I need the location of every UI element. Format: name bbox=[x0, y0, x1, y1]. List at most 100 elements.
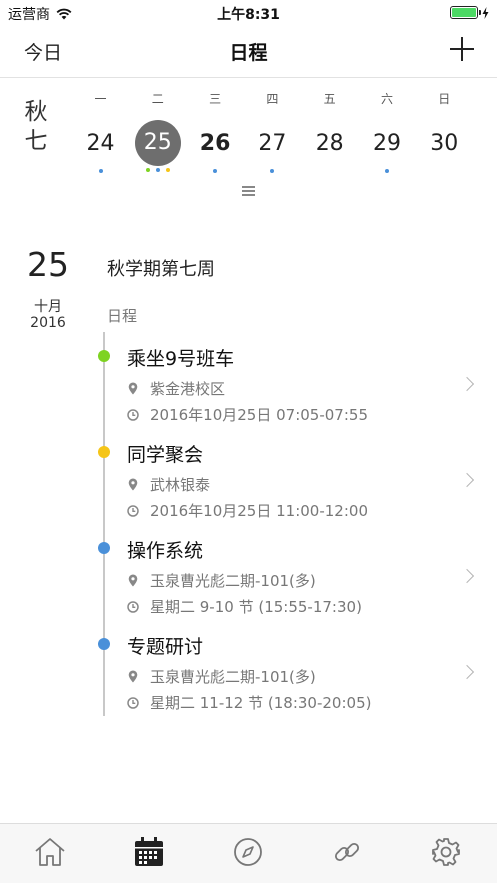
day-cell-28[interactable]: 五 28 bbox=[301, 90, 358, 180]
event-time-row: 星期二 11-12 节 (18:30-20:05) bbox=[127, 692, 371, 713]
event-location-row: 紫金港校区 bbox=[127, 378, 225, 399]
tab-bar bbox=[0, 823, 497, 883]
compass-icon bbox=[233, 837, 263, 871]
semester-week-title: 秋学期第七周 bbox=[107, 259, 215, 280]
link-icon bbox=[332, 837, 362, 871]
event-location-row: 武林银泰 bbox=[127, 474, 210, 495]
calendar-icon bbox=[133, 837, 165, 871]
day-cell-25[interactable]: 二 25 bbox=[129, 90, 186, 180]
event-dot bbox=[270, 169, 275, 173]
selected-month: 十月 bbox=[34, 299, 62, 315]
event-location: 武林银泰 bbox=[150, 476, 211, 494]
location-pin-icon bbox=[127, 478, 139, 491]
selected-year: 2016 bbox=[30, 315, 66, 331]
event-time: 2016年10月25日 11:00-12:00 bbox=[150, 502, 368, 520]
clock-icon bbox=[127, 504, 139, 517]
event-color-dot bbox=[98, 350, 110, 362]
day-number: 24 bbox=[86, 131, 115, 156]
day-number: 26 bbox=[199, 131, 231, 156]
clock-icon bbox=[127, 600, 139, 613]
day-number: 30 bbox=[430, 131, 459, 156]
chevron-right-icon bbox=[459, 664, 475, 680]
day-cell-29[interactable]: 六 29 bbox=[359, 90, 416, 180]
clock-icon bbox=[127, 696, 139, 709]
chevron-right-icon bbox=[459, 472, 475, 488]
event-dots bbox=[129, 168, 186, 174]
tab-calendar[interactable] bbox=[131, 837, 167, 871]
status-time: 上午8:31 bbox=[217, 7, 280, 23]
chevron-right-icon bbox=[459, 376, 475, 392]
chevron-right-icon bbox=[459, 568, 475, 584]
event-dots bbox=[244, 169, 301, 175]
event-dot bbox=[165, 168, 170, 172]
event-title: 乘坐9号班车 bbox=[127, 348, 235, 370]
weekday-label: 三 bbox=[209, 92, 222, 106]
weekday-label: 日 bbox=[438, 92, 451, 106]
event-title: 专题研讨 bbox=[127, 636, 204, 658]
event-dot bbox=[385, 169, 389, 173]
event-dots bbox=[72, 169, 129, 175]
event-dots bbox=[301, 169, 358, 175]
event-time: 星期二 9-10 节 (15:55-17:30) bbox=[150, 598, 362, 616]
event-dots bbox=[187, 169, 244, 175]
schedule-event[interactable]: 同学聚会武林银泰 2016年10月25日 11:00-12:00 bbox=[96, 430, 486, 526]
clock-icon bbox=[127, 408, 139, 421]
weekday-label: 二 bbox=[151, 92, 164, 106]
settings-icon bbox=[431, 837, 461, 871]
event-dot bbox=[145, 168, 150, 172]
day-number: 29 bbox=[373, 131, 401, 156]
day-number: 28 bbox=[315, 131, 344, 156]
schedule-event[interactable]: 乘坐9号班车紫金港校区 2016年10月25日 07:05-07:55 bbox=[96, 334, 486, 430]
event-time: 星期二 11-12 节 (18:30-20:05) bbox=[150, 694, 372, 712]
page-title: 日程 bbox=[229, 42, 268, 64]
schedule-section-label: 日程 bbox=[107, 307, 138, 325]
event-color-dot bbox=[98, 542, 110, 554]
day-number: 27 bbox=[258, 131, 287, 156]
event-location: 玉泉曹光彪二期-101(多) bbox=[150, 668, 316, 686]
event-time: 2016年10月25日 07:05-07:55 bbox=[150, 406, 368, 424]
schedule-event[interactable]: 专题研讨玉泉曹光彪二期-101(多) 星期二 11-12 节 (18:30-20:… bbox=[96, 622, 486, 718]
event-dot bbox=[98, 169, 103, 173]
location-pin-icon bbox=[127, 670, 139, 683]
home-icon bbox=[33, 837, 67, 871]
location-pin-icon bbox=[127, 574, 139, 587]
event-color-dot bbox=[98, 638, 110, 650]
event-location-row: 玉泉曹光彪二期-101(多) bbox=[127, 570, 316, 591]
day-number: 25 bbox=[134, 120, 181, 166]
schedule-event[interactable]: 操作系统玉泉曹光彪二期-101(多) 星期二 9-10 节 (15:55-17:3… bbox=[96, 526, 486, 622]
tab-link[interactable] bbox=[329, 838, 365, 870]
charging-icon bbox=[482, 6, 489, 19]
week-strip: 一 24 二 25 三 26 四 27 五 28 六 29 日 30 bbox=[72, 90, 487, 180]
tab-compass[interactable] bbox=[230, 838, 266, 870]
weekday-label: 五 bbox=[323, 92, 336, 106]
event-time-row: 2016年10月25日 07:05-07:55 bbox=[127, 404, 368, 425]
day-cell-27[interactable]: 四 27 bbox=[244, 90, 301, 180]
day-cell-26[interactable]: 三 26 bbox=[187, 90, 244, 180]
event-dots bbox=[416, 169, 473, 175]
today-button[interactable]: 今日 bbox=[24, 38, 62, 65]
event-location: 紫金港校区 bbox=[150, 380, 226, 398]
navigation-bar: 今日 日程 bbox=[0, 26, 497, 78]
event-location: 玉泉曹光彪二期-101(多) bbox=[150, 572, 316, 590]
event-time-row: 2016年10月25日 11:00-12:00 bbox=[127, 500, 368, 521]
battery-indicator bbox=[450, 6, 489, 19]
day-cell-30[interactable]: 日 30 bbox=[416, 90, 473, 180]
status-bar: 运营商 上午8:31 bbox=[0, 0, 497, 26]
plus-icon[interactable] bbox=[449, 36, 475, 62]
day-cell-24[interactable]: 一 24 bbox=[72, 90, 129, 180]
event-dots bbox=[359, 169, 416, 175]
tab-settings[interactable] bbox=[428, 838, 464, 870]
week-label: 秋七 bbox=[24, 99, 48, 154]
event-location-row: 玉泉曹光彪二期-101(多) bbox=[127, 666, 316, 687]
event-title: 同学聚会 bbox=[127, 444, 204, 466]
selected-day-number: 25 bbox=[27, 245, 69, 284]
battery-icon bbox=[450, 6, 481, 19]
event-title: 操作系统 bbox=[127, 540, 204, 562]
event-dot bbox=[213, 169, 218, 173]
drag-handle-icon[interactable] bbox=[242, 186, 255, 196]
tab-home[interactable] bbox=[32, 838, 68, 870]
event-time-row: 星期二 9-10 节 (15:55-17:30) bbox=[127, 596, 362, 617]
event-color-dot bbox=[98, 446, 110, 458]
weekday-label: 六 bbox=[380, 92, 393, 106]
location-pin-icon bbox=[127, 382, 139, 395]
